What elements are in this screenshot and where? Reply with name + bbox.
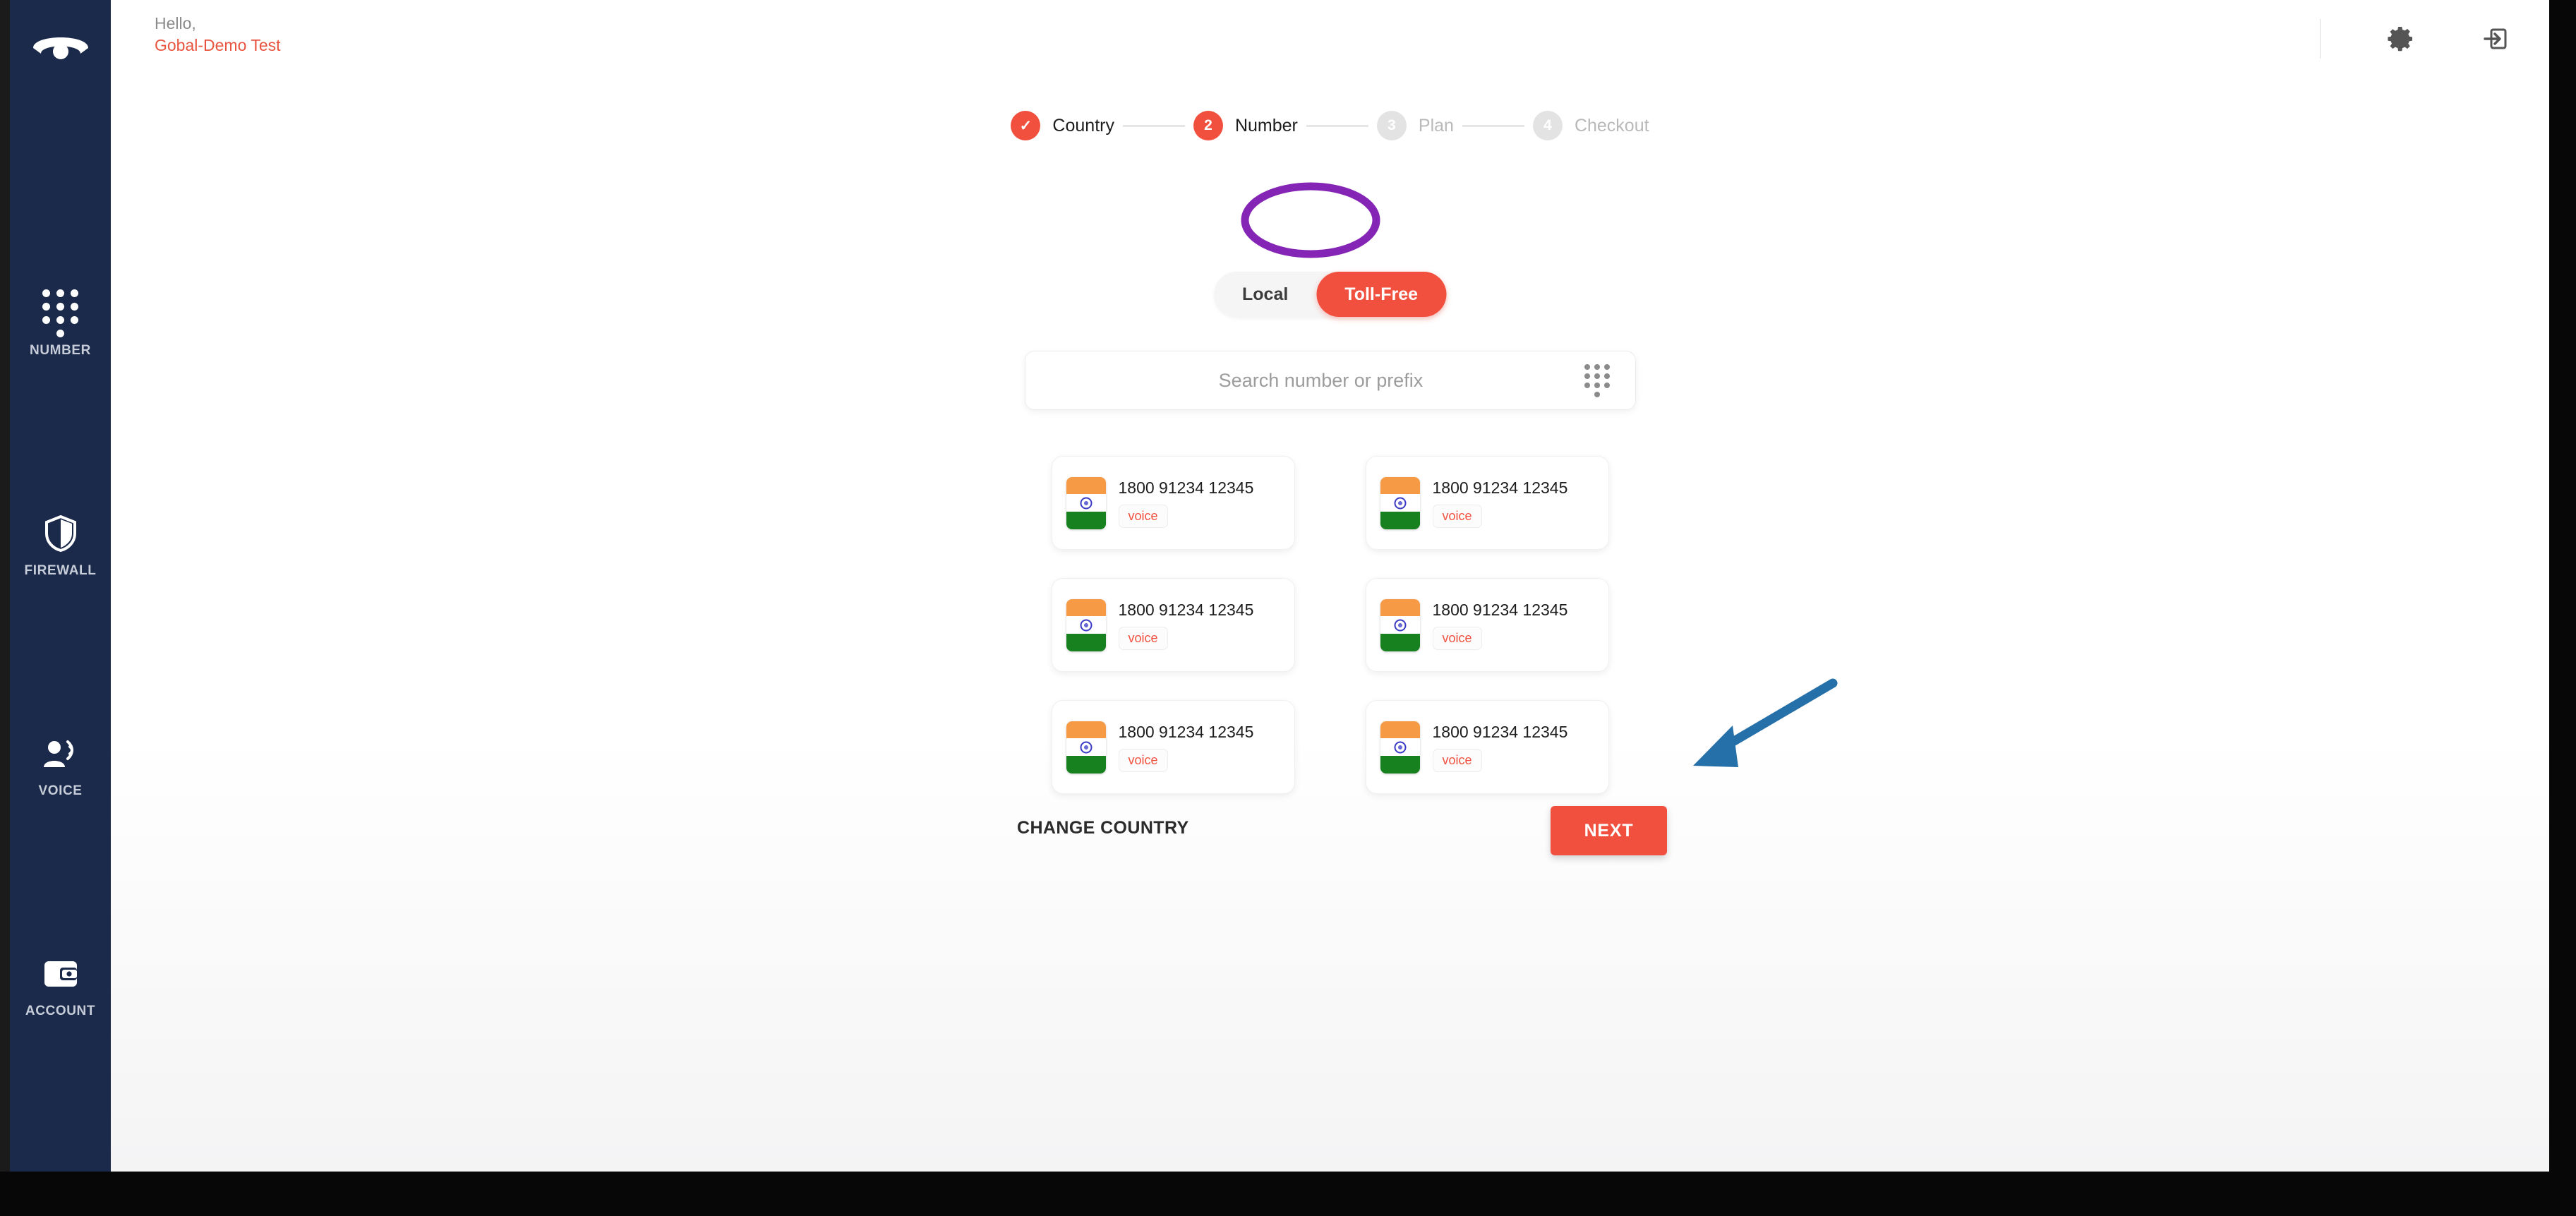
dialpad-icon[interactable] (1577, 363, 1617, 397)
step-marker: 4 (1532, 111, 1563, 140)
window-right-gutter (2549, 0, 2576, 1216)
search-bar (1024, 351, 1636, 410)
step-marker: 2 (1193, 111, 1223, 140)
phone-receiver-icon (32, 37, 88, 59)
wallet-icon (41, 954, 80, 994)
step-plan[interactable]: 3 Plan (1376, 111, 1454, 140)
capability-badge: voice (1118, 748, 1168, 772)
logout-button[interactable] (2479, 22, 2512, 56)
capability-badge: voice (1432, 748, 1482, 772)
logout-icon (2484, 28, 2507, 49)
number-card[interactable]: 1800 91234 12345 voice (1365, 700, 1609, 794)
gear-icon (2388, 27, 2412, 52)
window-left-gutter (0, 0, 10, 1216)
number-card[interactable]: 1800 91234 12345 voice (1365, 456, 1609, 550)
toggle-option-toll-free[interactable]: Toll-Free (1316, 272, 1447, 317)
greeting-text: Hello, (155, 14, 196, 32)
top-header: Hello, Gobal-Demo Test (111, 0, 2549, 78)
brand-logo[interactable] (18, 20, 103, 71)
account-name: Gobal-Demo Test (155, 36, 281, 55)
dialpad-icon (41, 289, 80, 337)
number-value: 1800 91234 12345 (1432, 478, 1568, 497)
number-card[interactable]: 1800 91234 12345 voice (1051, 456, 1295, 550)
capability-badge: voice (1118, 504, 1168, 528)
step-country[interactable]: ✓ Country (1011, 111, 1114, 140)
step-label: Checkout (1574, 115, 1649, 136)
india-flag-icon (1380, 476, 1420, 529)
india-flag-icon (1380, 598, 1420, 651)
india-flag-icon (1380, 721, 1420, 773)
number-type-toggle: Local Toll-Free (1213, 272, 1447, 317)
number-value: 1800 91234 12345 (1118, 722, 1254, 741)
sidebar-item-label: NUMBER (30, 343, 91, 358)
step-number[interactable]: 2 Number (1193, 111, 1298, 140)
application-window: NUMBER FIREWALL VOICE ACCOUNT Hello, Gob… (10, 0, 2549, 1172)
number-results-grid: 1800 91234 12345 voice 1800 91234 12345 … (1051, 456, 1609, 794)
header-divider (2320, 19, 2321, 59)
header-actions (2320, 0, 2512, 78)
main-content: ✓ Country 2 Number 3 Plan 4 Checkout Loc… (111, 78, 2549, 1172)
step-label: Country (1052, 115, 1114, 136)
step-checkout[interactable]: 4 Checkout (1532, 111, 1649, 140)
sidebar-navigation: NUMBER FIREWALL VOICE ACCOUNT (10, 0, 111, 1172)
sidebar-item-voice[interactable]: VOICE (10, 734, 111, 799)
greeting-block: Hello, Gobal-Demo Test (155, 13, 281, 56)
step-connector (1462, 124, 1524, 127)
change-country-button[interactable]: CHANGE COUNTRY (1017, 818, 1189, 838)
step-connector (1306, 124, 1368, 127)
next-button[interactable]: NEXT (1551, 806, 1667, 855)
sidebar-item-account[interactable]: ACCOUNT (10, 954, 111, 1019)
sidebar-item-firewall[interactable]: FIREWALL (10, 514, 111, 579)
capability-badge: voice (1432, 626, 1482, 650)
capability-badge: voice (1432, 504, 1482, 528)
window-bottom-gutter (0, 1172, 2576, 1216)
number-value: 1800 91234 12345 (1432, 722, 1568, 741)
sidebar-item-label: ACCOUNT (25, 1004, 96, 1018)
step-connector (1122, 124, 1185, 127)
number-card[interactable]: 1800 91234 12345 voice (1051, 578, 1295, 672)
shield-icon (41, 514, 80, 553)
number-card[interactable]: 1800 91234 12345 voice (1051, 700, 1295, 794)
step-label: Plan (1418, 115, 1454, 136)
number-card[interactable]: 1800 91234 12345 voice (1365, 578, 1609, 672)
person-speaking-icon (41, 734, 80, 773)
step-label: Number (1234, 115, 1298, 136)
sidebar-item-label: FIREWALL (24, 563, 97, 578)
toggle-option-local[interactable]: Local (1214, 272, 1316, 317)
india-flag-icon (1066, 721, 1106, 773)
number-value: 1800 91234 12345 (1118, 600, 1254, 619)
checkout-stepper: ✓ Country 2 Number 3 Plan 4 Checkout (111, 111, 2549, 140)
step-marker: 3 (1376, 111, 1407, 140)
india-flag-icon (1066, 476, 1106, 529)
india-flag-icon (1066, 598, 1106, 651)
sidebar-item-number[interactable]: NUMBER (10, 289, 111, 359)
search-input[interactable] (1025, 351, 1577, 409)
number-value: 1800 91234 12345 (1118, 478, 1254, 497)
capability-badge: voice (1118, 626, 1168, 650)
step-marker: ✓ (1011, 111, 1041, 140)
settings-button[interactable] (2384, 22, 2418, 56)
screen-frame: NUMBER FIREWALL VOICE ACCOUNT Hello, Gob… (0, 0, 2576, 1216)
sidebar-item-label: VOICE (38, 783, 83, 798)
number-value: 1800 91234 12345 (1432, 600, 1568, 619)
